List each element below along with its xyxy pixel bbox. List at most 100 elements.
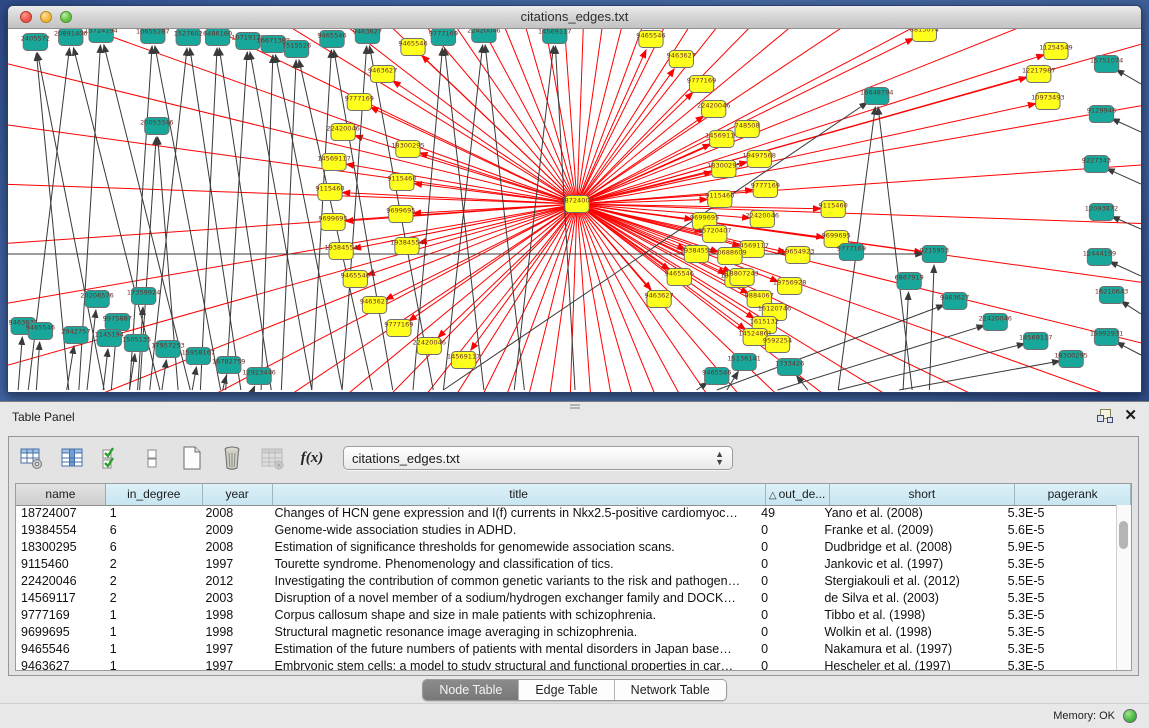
network-node[interactable]: 14569117 (705, 131, 738, 148)
network-node[interactable]: 9777169 (384, 320, 413, 337)
unselect-all-button[interactable] (139, 445, 165, 471)
network-node[interactable]: 7515526 (282, 41, 311, 58)
delete-column-button[interactable] (219, 445, 245, 471)
network-node[interactable]: 9975887 (103, 314, 132, 331)
table-row[interactable]: 977716911998Corpus callosum shape and si… (16, 607, 1117, 624)
network-node[interactable]: 19497568 (743, 151, 776, 168)
network-node[interactable]: 9777169 (345, 94, 374, 111)
network-node[interactable]: 17957253 (151, 341, 184, 358)
network-node[interactable]: 10688609 (713, 248, 746, 265)
table-row[interactable]: 2242004622012Investigating the contribut… (16, 573, 1117, 590)
network-node[interactable]: 9465546 (341, 271, 370, 288)
network-node[interactable]: 9465546 (26, 323, 55, 340)
network-node[interactable]: 19654923 (781, 247, 814, 264)
network-node[interactable]: 10655287 (136, 29, 169, 44)
network-node[interactable]: 20891406 (54, 29, 87, 46)
network-node[interactable]: 9465546 (398, 39, 427, 56)
table-row[interactable]: 969969511998Structural magnetic resonanc… (16, 624, 1117, 641)
network-node[interactable]: 15136141 (727, 354, 760, 371)
network-node[interactable]: 748508 (735, 121, 760, 138)
network-node[interactable]: 9777169 (429, 29, 458, 46)
network-node[interactable]: 19384554 (324, 243, 357, 260)
network-node[interactable]: 15958167 (182, 348, 215, 365)
network-node[interactable]: 1527602 (174, 29, 203, 46)
network-node[interactable]: 12444159 (1083, 249, 1116, 266)
network-node[interactable]: 9129946 (1087, 106, 1116, 123)
network-node[interactable]: 9592254 (763, 336, 792, 353)
network-node[interactable]: 6867919 (894, 273, 923, 290)
network-node[interactable]: 18300295 (707, 161, 740, 178)
network-node[interactable]: 9699695 (318, 214, 347, 231)
table-row[interactable]: 946554611997Estimation of the future num… (16, 641, 1117, 658)
network-node[interactable]: 9777169 (687, 76, 716, 93)
network-node[interactable]: 22420046 (746, 211, 779, 228)
table-row[interactable]: 946362711997Embryonic stem cells: a mode… (16, 658, 1117, 670)
network-node[interactable]: 15751074 (1090, 56, 1123, 73)
network-node[interactable]: 14569117 (317, 154, 350, 171)
network-node[interactable]: 9465546 (636, 31, 665, 48)
window-titlebar[interactable]: citations_edges.txt (8, 6, 1141, 29)
network-node[interactable]: 19384554 (390, 238, 423, 255)
column-header-short[interactable]: short (830, 484, 1016, 505)
network-node[interactable]: 12217987 (1022, 66, 1055, 83)
select-all-button[interactable] (99, 445, 125, 471)
column-header-year[interactable]: year (203, 484, 273, 505)
network-node[interactable]: 9115460 (705, 191, 734, 208)
network-node[interactable]: 9463627 (940, 293, 969, 310)
column-header-out_de[interactable]: △out_de... (766, 484, 830, 505)
network-node[interactable]: 12093872 (1085, 204, 1118, 221)
float-panel-icon[interactable] (1097, 409, 1112, 423)
network-node[interactable]: 17359924 (127, 288, 160, 305)
network-node[interactable]: 10973493 (1031, 93, 1064, 110)
table-row[interactable]: 1456911722003Disruption of a novel membe… (16, 590, 1117, 607)
network-node[interactable]: 18300295 (1054, 351, 1087, 368)
network-node[interactable]: 14569117 (538, 29, 571, 44)
network-node[interactable]: 18807243 (725, 269, 758, 286)
network-node[interactable]: 18724007 (560, 196, 593, 213)
network-node[interactable]: 1733426 (775, 359, 804, 376)
network-node[interactable]: 9777169 (837, 244, 866, 261)
network-node[interactable]: 16210643 (1095, 287, 1128, 304)
network-node[interactable]: 2942757 (61, 327, 90, 344)
tab-network-table[interactable]: Network Table (615, 680, 726, 700)
network-node[interactable]: 9115460 (387, 174, 416, 191)
column-header-name[interactable]: name (16, 484, 106, 505)
tab-edge-table[interactable]: Edge Table (519, 680, 614, 700)
table-select-dropdown[interactable]: citations_edges.txt ▲▼ (343, 446, 733, 470)
function-builder-button[interactable]: f(x) (299, 445, 325, 471)
network-node[interactable]: 9465546 (702, 368, 731, 385)
network-node[interactable]: 9699695 (386, 206, 415, 223)
network-canvas[interactable]: 1872400794655469463627977716922420046145… (8, 29, 1141, 392)
network-node[interactable]: 22420046 (697, 101, 730, 118)
network-node[interactable]: 14569117 (1019, 333, 1052, 350)
network-node[interactable]: 16782759 (212, 357, 245, 374)
network-node[interactable]: 20053346 (140, 118, 173, 135)
close-panel-icon[interactable]: ✕ (1124, 409, 1137, 423)
network-node[interactable]: 15720407 (698, 226, 731, 243)
network-node[interactable]: 9465546 (317, 31, 346, 48)
network-node[interactable]: 9115460 (819, 201, 848, 218)
network-node[interactable]: 15992931 (1090, 329, 1123, 346)
column-header-in_degree[interactable]: in_degree (106, 484, 203, 505)
network-node[interactable]: 9463627 (353, 29, 382, 44)
table-row[interactable]: 1830029562008Estimation of significance … (16, 539, 1117, 556)
network-node[interactable]: 22420046 (412, 338, 445, 355)
column-header-title[interactable]: title (273, 484, 766, 505)
table-vertical-scrollbar[interactable] (1116, 505, 1131, 670)
network-node[interactable]: 22420046 (326, 124, 359, 141)
network-node[interactable]: 19756928 (773, 278, 806, 295)
network-node[interactable]: 19384554 (680, 246, 713, 263)
network-node[interactable]: 9463627 (644, 291, 673, 308)
network-node[interactable]: 1505135 (122, 335, 151, 352)
network-node[interactable]: 15724194 (84, 29, 117, 43)
new-column-button[interactable] (179, 445, 205, 471)
network-node[interactable]: 22420046 (978, 314, 1011, 331)
table-row[interactable]: 1938455462009Genome-wide association stu… (16, 522, 1117, 539)
scrollbar-thumb[interactable] (1119, 521, 1128, 549)
network-node[interactable]: 14569117 (447, 352, 480, 369)
network-node[interactable]: 6486160 (203, 29, 232, 46)
network-node[interactable]: 12923446 (242, 368, 275, 385)
network-node[interactable]: 9215953 (920, 246, 949, 263)
network-node[interactable]: 1145194 (95, 330, 124, 347)
column-header-pagerank[interactable]: pagerank (1015, 484, 1131, 505)
